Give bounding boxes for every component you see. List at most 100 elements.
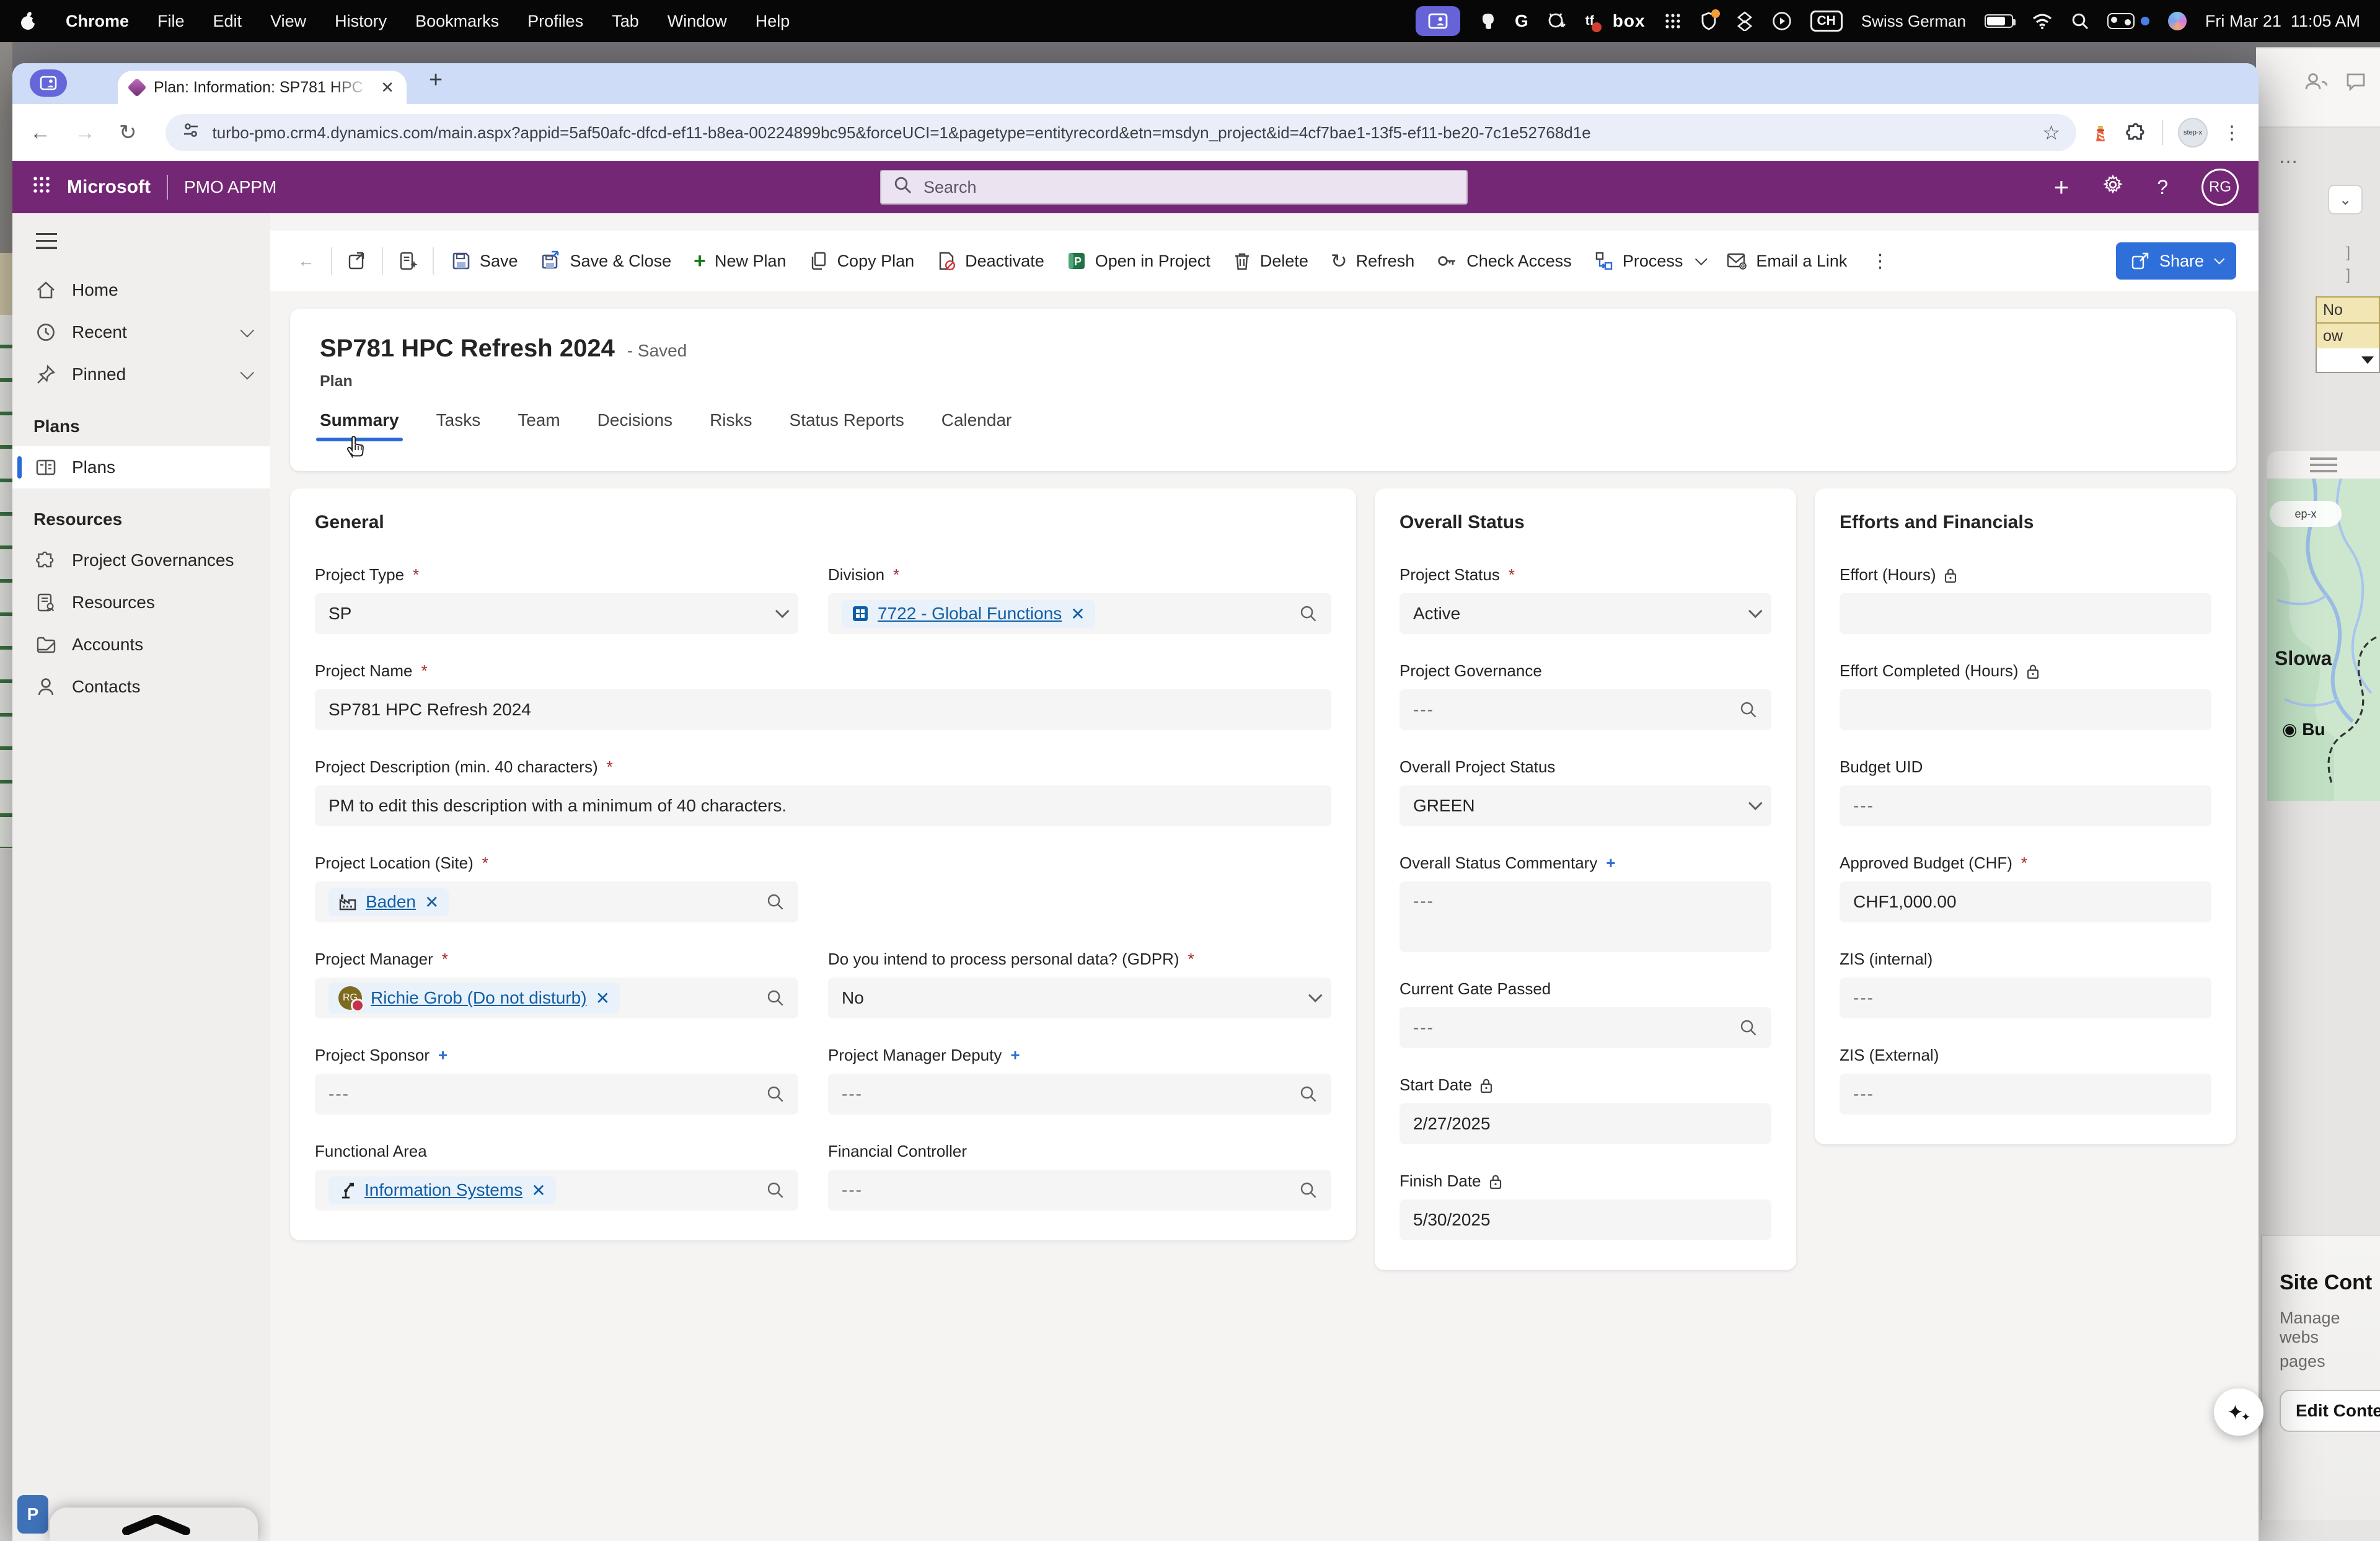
siri-icon[interactable] — [2167, 12, 2187, 30]
menu-profiles[interactable]: Profiles — [527, 12, 583, 31]
menu-file[interactable]: File — [157, 12, 185, 31]
p-app-badge[interactable]: P — [17, 1495, 48, 1534]
grid-dots-icon[interactable] — [1664, 12, 1681, 30]
financial-controller-lookup[interactable]: --- — [828, 1170, 1331, 1211]
search-icon[interactable] — [766, 1085, 785, 1103]
apple-logo-icon[interactable] — [20, 11, 37, 31]
quick-create-icon[interactable]: + — [2054, 172, 2069, 202]
division-value-pill[interactable]: 7722 - Global Functions ✕ — [842, 599, 1095, 628]
bookmark-star-icon[interactable]: ☆ — [2042, 121, 2060, 144]
menu-app-name[interactable]: Chrome — [66, 12, 129, 31]
grammarly-icon[interactable]: G — [1515, 11, 1528, 31]
wifi-icon[interactable] — [2032, 13, 2053, 29]
layers-icon[interactable] — [1736, 11, 1753, 31]
search-icon[interactable] — [1739, 700, 1758, 719]
project-name-input[interactable]: SP781 HPC Refresh 2024 — [315, 689, 1331, 730]
tab-tasks[interactable]: Tasks — [436, 410, 481, 441]
zis-external-value[interactable]: --- — [1840, 1074, 2211, 1115]
menu-edit[interactable]: Edit — [213, 12, 242, 31]
budget-uid-value[interactable]: --- — [1840, 785, 2211, 826]
deputy-lookup[interactable]: --- — [828, 1074, 1331, 1115]
sidebar-item-pinned[interactable]: Pinned — [12, 353, 270, 395]
project-description-input[interactable]: PM to edit this description with a minim… — [315, 785, 1331, 826]
forward-button[interactable]: → — [74, 121, 95, 145]
menu-window[interactable]: Window — [668, 12, 727, 31]
search-icon[interactable] — [1299, 1085, 1318, 1103]
project-type-dropdown[interactable]: SP — [315, 593, 798, 634]
search-icon[interactable] — [766, 1181, 785, 1199]
commentary-textarea[interactable]: --- — [1399, 881, 1771, 952]
command-overflow-icon[interactable]: ⋮ — [1858, 250, 1903, 272]
project-governance-lookup[interactable]: --- — [1399, 689, 1771, 730]
control-center-icon[interactable] — [2107, 13, 2135, 29]
new-plan-button[interactable]: + New Plan — [682, 240, 797, 282]
refresh-button[interactable]: ↻ Refresh — [1320, 240, 1426, 282]
brand-name[interactable]: Microsoft — [67, 177, 151, 198]
manager-link[interactable]: Richie Grob (Do not disturb) — [371, 988, 587, 1008]
tab-status-reports[interactable]: Status Reports — [790, 410, 904, 441]
sidebar-item-resources[interactable]: Resources — [12, 581, 270, 624]
search-icon[interactable] — [1299, 1181, 1318, 1199]
gear-icon[interactable] — [2102, 174, 2123, 200]
box-icon[interactable]: box — [1613, 11, 1646, 31]
menu-bar-clock[interactable]: Fri Mar 21 11:05 AM — [2205, 12, 2360, 31]
site-info-icon[interactable] — [182, 121, 200, 144]
tab-team[interactable]: Team — [518, 410, 560, 441]
search-icon[interactable] — [766, 893, 785, 911]
keyboard-layout-badge[interactable]: CH — [1810, 11, 1843, 32]
lighthouse-extension-icon[interactable] — [2092, 123, 2109, 143]
functional-area-pill[interactable]: Information Systems ✕ — [328, 1176, 556, 1204]
project-manager-lookup[interactable]: RG Richie Grob (Do not disturb) ✕ — [315, 978, 798, 1018]
waffle-icon[interactable] — [32, 175, 51, 199]
search-icon[interactable] — [1299, 604, 1318, 623]
remove-value-icon[interactable]: ✕ — [531, 1180, 545, 1201]
sidebar-item-recent[interactable]: Recent — [12, 311, 270, 353]
save-and-close-button[interactable]: Save & Close — [529, 240, 683, 282]
project-location-lookup[interactable]: Baden ✕ — [315, 881, 798, 922]
browser-tab[interactable]: Plan: Information: SP781 HPC ✕ — [118, 71, 407, 104]
spotlight-search-icon[interactable] — [2071, 12, 2089, 30]
help-icon[interactable]: ? — [2157, 176, 2168, 199]
division-lookup[interactable]: 7722 - Global Functions ✕ — [828, 593, 1331, 634]
reload-button[interactable]: ↻ — [119, 120, 137, 145]
tab-close-icon[interactable]: ✕ — [381, 78, 394, 97]
location-value-pill[interactable]: Baden ✕ — [328, 888, 449, 916]
back-button[interactable]: ← — [30, 121, 51, 145]
process-button[interactable]: Process — [1583, 240, 1716, 282]
gdpr-dropdown[interactable]: No — [828, 978, 1331, 1018]
copilot-sparkle-button[interactable]: ✦ ✦ — [2214, 1389, 2263, 1436]
keyboard-layout-name[interactable]: Swiss German — [1861, 12, 1966, 31]
form-assist-icon[interactable] — [389, 240, 426, 282]
remove-value-icon[interactable]: ✕ — [596, 988, 610, 1009]
chevron-down-icon[interactable] — [240, 365, 255, 380]
functional-area-link[interactable]: Information Systems — [364, 1180, 522, 1200]
current-gate-lookup[interactable]: --- — [1399, 1007, 1771, 1048]
open-in-new-window-icon[interactable] — [338, 240, 376, 282]
sidebar-item-project-governances[interactable]: Project Governances — [12, 539, 270, 581]
address-bar[interactable]: turbo-pmo.crm4.dynamics.com/main.aspx?ap… — [165, 114, 2076, 151]
project-status-dropdown[interactable]: Active — [1399, 593, 1771, 634]
app-name[interactable]: PMO APPM — [184, 177, 276, 197]
location-link[interactable]: Baden — [366, 892, 416, 912]
menu-help[interactable]: Help — [756, 12, 790, 31]
tab-calendar[interactable]: Calendar — [941, 410, 1012, 441]
sidebar-item-contacts[interactable]: Contacts — [12, 666, 270, 708]
deactivate-button[interactable]: Deactivate — [925, 240, 1056, 282]
overall-project-status-dropdown[interactable]: GREEN — [1399, 785, 1771, 826]
share-button[interactable]: Share — [2115, 242, 2236, 280]
chrome-menu-icon[interactable]: ⋮ — [2223, 122, 2241, 144]
menu-view[interactable]: View — [270, 12, 306, 31]
global-search-box[interactable]: Search — [880, 170, 1468, 205]
hamburger-menu-icon[interactable] — [36, 233, 57, 249]
url-text[interactable]: turbo-pmo.crm4.dynamics.com/main.aspx?ap… — [213, 123, 2030, 143]
project-sponsor-lookup[interactable]: --- — [315, 1074, 798, 1115]
new-tab-button[interactable]: + — [429, 67, 443, 94]
tab-risks[interactable]: Risks — [710, 410, 752, 441]
email-a-link-button[interactable]: Email a Link — [1715, 240, 1858, 282]
cmd-back-icon[interactable]: ← — [288, 240, 325, 282]
play-icon[interactable] — [1772, 11, 1792, 31]
menu-bookmarks[interactable]: Bookmarks — [415, 12, 499, 31]
sidebar-item-plans[interactable]: Plans — [12, 446, 270, 488]
remove-value-icon[interactable]: ✕ — [1070, 604, 1085, 624]
chevron-down-icon[interactable] — [240, 323, 255, 338]
